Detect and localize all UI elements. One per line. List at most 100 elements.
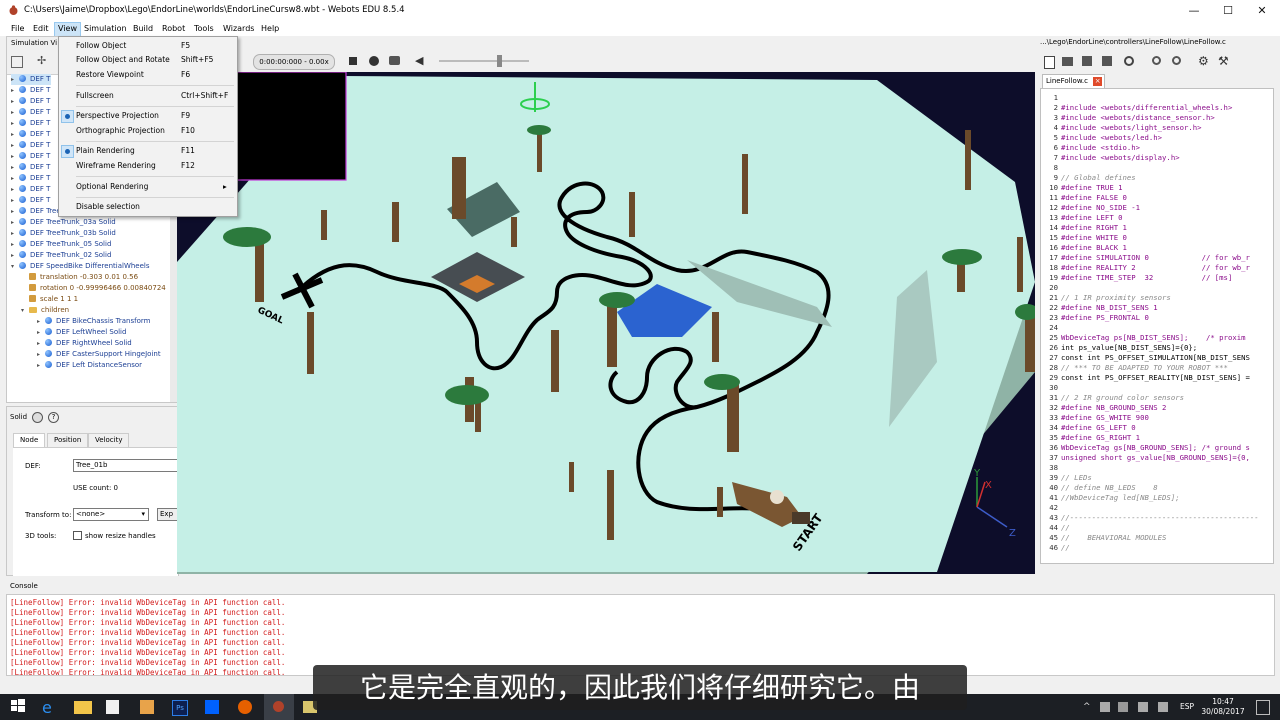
- transform-select[interactable]: <none> ▾: [73, 508, 149, 521]
- tree-item[interactable]: ▸ DEF T: [11, 118, 50, 129]
- code-line[interactable]: 36 WbDeviceTag gs[NB_GROUND_SENS]; /* gro…: [1041, 443, 1250, 453]
- save-icon[interactable]: [1082, 56, 1092, 66]
- tree-item-leftwheel[interactable]: ▸ DEF LeftWheel Solid: [37, 327, 126, 338]
- volume-icon[interactable]: [1158, 702, 1168, 712]
- save-all-icon[interactable]: [1102, 56, 1112, 66]
- menu-item-fullscreen[interactable]: Fullscreen Ctrl+Shift+F: [59, 89, 237, 103]
- code-line[interactable]: 1: [1041, 93, 1061, 103]
- code-line[interactable]: 8: [1041, 163, 1061, 173]
- tab-node[interactable]: Node: [13, 433, 46, 447]
- code-line[interactable]: 34 #define GS_LEFT 0: [1041, 423, 1135, 433]
- menu-item-restore-viewpoint[interactable]: Restore Viewpoint F6: [59, 68, 237, 82]
- code-line[interactable]: 4 #include <webots/light_sensor.h>: [1041, 123, 1202, 133]
- code-line[interactable]: 25 WbDeviceTag ps[NB_DIST_SENS]; /* proxi…: [1041, 333, 1245, 343]
- code-line[interactable]: 40// define NB_LEDS 8: [1041, 483, 1157, 493]
- notifications-icon[interactable]: [1256, 700, 1270, 715]
- code-editor[interactable]: 1 2 #include <webots/differential_wheels.h…: [1040, 88, 1274, 564]
- tree-item-treetrunk-02[interactable]: ▸ DEF TreeTrunk_02 Solid: [11, 250, 111, 261]
- menu-build[interactable]: Build: [130, 22, 156, 36]
- code-line[interactable]: 19 #define TIME_STEP 32 // [ms]: [1041, 273, 1232, 283]
- store-icon[interactable]: [106, 700, 119, 714]
- code-line[interactable]: 21// 1 IR proximity sensors: [1041, 293, 1171, 303]
- code-line[interactable]: 23 #define PS_FRONTAL 0: [1041, 313, 1149, 323]
- code-line[interactable]: 41//WbDeviceTag led[NB_LEDS];: [1041, 493, 1179, 503]
- wifi-icon[interactable]: [1138, 702, 1148, 712]
- photoshop-icon[interactable]: Ps: [172, 700, 188, 716]
- code-line[interactable]: 13 #define LEFT 0: [1041, 213, 1122, 223]
- minimize-button[interactable]: —: [1177, 2, 1211, 20]
- code-line[interactable]: 14 #define RIGHT 1: [1041, 223, 1127, 233]
- tree-item-treetrunk-03b[interactable]: ▸ DEF TreeTrunk_03b Solid: [11, 228, 116, 239]
- menu-item-disable-selection[interactable]: Disable selection: [59, 200, 237, 214]
- tree-item[interactable]: ▸ DEF T: [11, 96, 50, 107]
- find-next-icon[interactable]: [1172, 56, 1181, 65]
- code-line[interactable]: 24: [1041, 323, 1061, 333]
- menu-item-plain-rendering[interactable]: Plain Rendering F11: [59, 144, 237, 158]
- code-line[interactable]: 35 #define GS_RIGHT 1: [1041, 433, 1140, 443]
- code-line[interactable]: 37 unsigned short gs_value[NB_GROUND_SENS…: [1041, 453, 1250, 463]
- edge-icon[interactable]: e: [42, 698, 60, 717]
- menu-wizards[interactable]: Wizards: [220, 22, 257, 36]
- tree-item-bikechassis[interactable]: ▸ DEF BikeChassis Transform: [37, 316, 150, 327]
- firefox-icon[interactable]: [238, 700, 252, 714]
- menu-edit[interactable]: Edit: [30, 22, 52, 36]
- resize-handles-checkbox[interactable]: [73, 531, 82, 540]
- code-line[interactable]: 46//: [1041, 543, 1070, 553]
- code-line[interactable]: 12 #define NO_SIDE -1: [1041, 203, 1140, 213]
- add-node-icon[interactable]: ✢: [37, 54, 46, 67]
- code-line[interactable]: 7 #include <webots/display.h>: [1041, 153, 1180, 163]
- tree-item[interactable]: ▸ DEF T: [11, 74, 51, 85]
- menu-robot[interactable]: Robot: [159, 22, 188, 36]
- tree-item-treetrunk-03a[interactable]: ▸ DEF TreeTrunk_03a Solid: [11, 217, 116, 228]
- tree-item-rightwheel[interactable]: ▸ DEF RightWheel Solid: [37, 338, 132, 349]
- code-line[interactable]: 44//: [1041, 523, 1070, 533]
- tree-item[interactable]: ▸ DEF T: [11, 195, 50, 206]
- code-line[interactable]: 15 #define WHITE 0: [1041, 233, 1127, 243]
- def-input[interactable]: Tree_01b: [73, 459, 180, 472]
- code-line[interactable]: 27 const int PS_OFFSET_SIMULATION[NB_DIST…: [1041, 353, 1250, 363]
- tree-item[interactable]: ▸ DEF T: [11, 173, 50, 184]
- camera-icon[interactable]: [389, 56, 400, 65]
- 3d-view[interactable]: GOAL START Y X Z: [177, 72, 1035, 574]
- code-line[interactable]: 22 #define NB_DIST_SENS 1: [1041, 303, 1157, 313]
- code-line[interactable]: 45// BEHAVIORAL MODULES: [1041, 533, 1166, 543]
- tab-velocity[interactable]: Velocity: [88, 433, 130, 447]
- code-line[interactable]: 29 const int PS_OFFSET_REALITY[NB_DIST_SE…: [1041, 373, 1250, 383]
- code-line[interactable]: 38: [1041, 463, 1061, 473]
- export-button[interactable]: Exp: [157, 508, 178, 521]
- close-tab-icon[interactable]: ×: [1093, 77, 1103, 86]
- editor-tab-linefollow[interactable]: LineFollow.c ×: [1042, 74, 1105, 88]
- code-line[interactable]: 33 #define GS_WHITE 900: [1041, 413, 1149, 423]
- open-file-icon[interactable]: [1062, 57, 1073, 66]
- record-icon[interactable]: [369, 56, 379, 66]
- revert-icon[interactable]: [1124, 56, 1134, 66]
- dropbox-icon[interactable]: [205, 700, 219, 714]
- stop-icon[interactable]: [349, 57, 357, 65]
- windows-start-icon[interactable]: [10, 698, 28, 716]
- menu-help[interactable]: Help: [258, 22, 282, 36]
- code-line[interactable]: 17 #define SIMULATION 0 // for wb_r: [1041, 253, 1250, 263]
- speaker-icon[interactable]: ◀: [415, 54, 423, 67]
- clock[interactable]: 10:47 30/08/2017: [1199, 697, 1247, 717]
- code-line[interactable]: 20: [1041, 283, 1061, 293]
- media-icon[interactable]: [140, 700, 154, 714]
- webots-taskbar-button[interactable]: [264, 694, 294, 720]
- code-line[interactable]: 26 int ps_value[NB_DIST_SENS]={0};: [1041, 343, 1197, 353]
- code-line[interactable]: 11 #define FALSE 0: [1041, 193, 1127, 203]
- console-output[interactable]: [LineFollow] Error: invalid WbDeviceTag …: [6, 594, 1275, 676]
- field-translation[interactable]: translation -0.303 0.01 0.56: [29, 272, 138, 283]
- menu-item-follow-object[interactable]: Follow Object F5: [59, 39, 237, 53]
- tree-item-castersupport[interactable]: ▸ DEF CasterSupport HingeJoint: [37, 349, 161, 360]
- code-line[interactable]: 18 #define REALITY 2 // for wb_r: [1041, 263, 1250, 273]
- code-line[interactable]: 16 #define BLACK 1: [1041, 243, 1127, 253]
- maximize-button[interactable]: ☐: [1211, 2, 1245, 20]
- menu-item-optional-rendering[interactable]: Optional Rendering ▸: [59, 180, 237, 194]
- field-scale[interactable]: scale 1 1 1: [29, 294, 78, 305]
- menu-item-orthographic[interactable]: Orthographic Projection F10: [59, 124, 237, 138]
- file-explorer-icon[interactable]: [74, 701, 92, 714]
- code-line[interactable]: 43//------------------------------------…: [1041, 513, 1259, 523]
- menu-item-perspective[interactable]: Perspective Projection F9: [59, 109, 237, 123]
- clean-icon[interactable]: ⚒: [1218, 54, 1229, 68]
- menu-item-follow-rotate[interactable]: Follow Object and Rotate Shift+F5: [59, 53, 237, 67]
- node-help-icon[interactable]: [32, 412, 43, 423]
